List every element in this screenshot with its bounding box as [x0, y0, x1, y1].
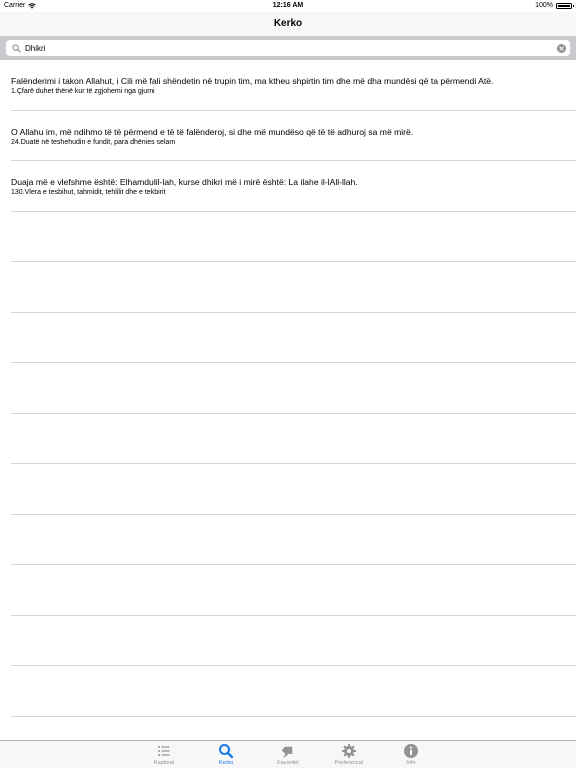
- tab-label: Kerko: [218, 760, 234, 766]
- battery-icon: [556, 3, 574, 9]
- empty-row: [11, 363, 576, 414]
- list-item[interactable]: Falënderimi i takon Allahut, i Cili më f…: [11, 60, 576, 111]
- tab-kerko[interactable]: Kerko: [196, 741, 256, 769]
- tab-label: Preferencat: [334, 760, 364, 766]
- info-icon: [404, 744, 418, 758]
- empty-row: [11, 212, 576, 262]
- empty-row: [11, 262, 576, 313]
- search-icon: [10, 42, 22, 54]
- list-item[interactable]: Duaja më e vlefshme është: Elhamdulil-la…: [11, 161, 576, 212]
- status-right: 100%: [535, 0, 574, 12]
- bookmark-icon: [281, 746, 293, 758]
- search-icon: [219, 744, 234, 759]
- result-subtitle: 130.Vlera e tesbihut, tahmidit, tehlilit…: [11, 189, 166, 196]
- empty-row: [11, 414, 576, 464]
- empty-row: [11, 616, 576, 666]
- battery-percent: 100%: [535, 2, 553, 9]
- navigation-bar: Kerko: [0, 12, 576, 36]
- status-bar: Carrier 12:16 AM 100%: [0, 0, 576, 12]
- result-subtitle: 1.Çfarë duhet thënë kur të zgjohemi nga …: [11, 88, 155, 95]
- tab-info[interactable]: Info: [381, 741, 441, 769]
- empty-row: [11, 313, 576, 363]
- list-icon: [158, 746, 170, 756]
- tab-label: Kaptinat: [153, 760, 175, 766]
- tab-bar: Kaptinat Kerko Favoritet Preferencat Inf…: [0, 740, 576, 768]
- tab-kaptinat[interactable]: Kaptinat: [134, 741, 194, 769]
- result-title: Falënderimi i takon Allahut, i Cili më f…: [11, 76, 494, 86]
- gear-icon: [342, 744, 356, 758]
- results-list: Falënderimi i takon Allahut, i Cili më f…: [0, 60, 576, 740]
- tab-preferencat[interactable]: Preferencat: [319, 741, 379, 769]
- list-item[interactable]: O Allahu im, më ndihmo të të përmend e t…: [11, 111, 576, 161]
- result-title: O Allahu im, më ndihmo të të përmend e t…: [11, 126, 414, 137]
- status-time: 12:16 AM: [272, 2, 304, 9]
- result-title: Duaja më e vlefshme është: Elhamdulil-la…: [11, 177, 358, 187]
- empty-row: [11, 515, 576, 565]
- clear-search-button[interactable]: [557, 43, 566, 53]
- empty-row: [11, 464, 576, 515]
- tab-label: Info: [406, 760, 416, 766]
- search-input[interactable]: [22, 41, 557, 55]
- tab-label: Favoritet: [277, 760, 299, 766]
- close-icon: [559, 45, 564, 51]
- tab-favoritet[interactable]: Favoritet: [258, 741, 318, 769]
- search-bar: [0, 36, 576, 60]
- result-subtitle: 24.Duatë në teshehudin e fundit, para dh…: [11, 138, 176, 146]
- page-title: Kerko: [273, 18, 303, 29]
- search-field[interactable]: [6, 40, 570, 56]
- empty-row: [11, 666, 576, 717]
- empty-row: [11, 565, 576, 616]
